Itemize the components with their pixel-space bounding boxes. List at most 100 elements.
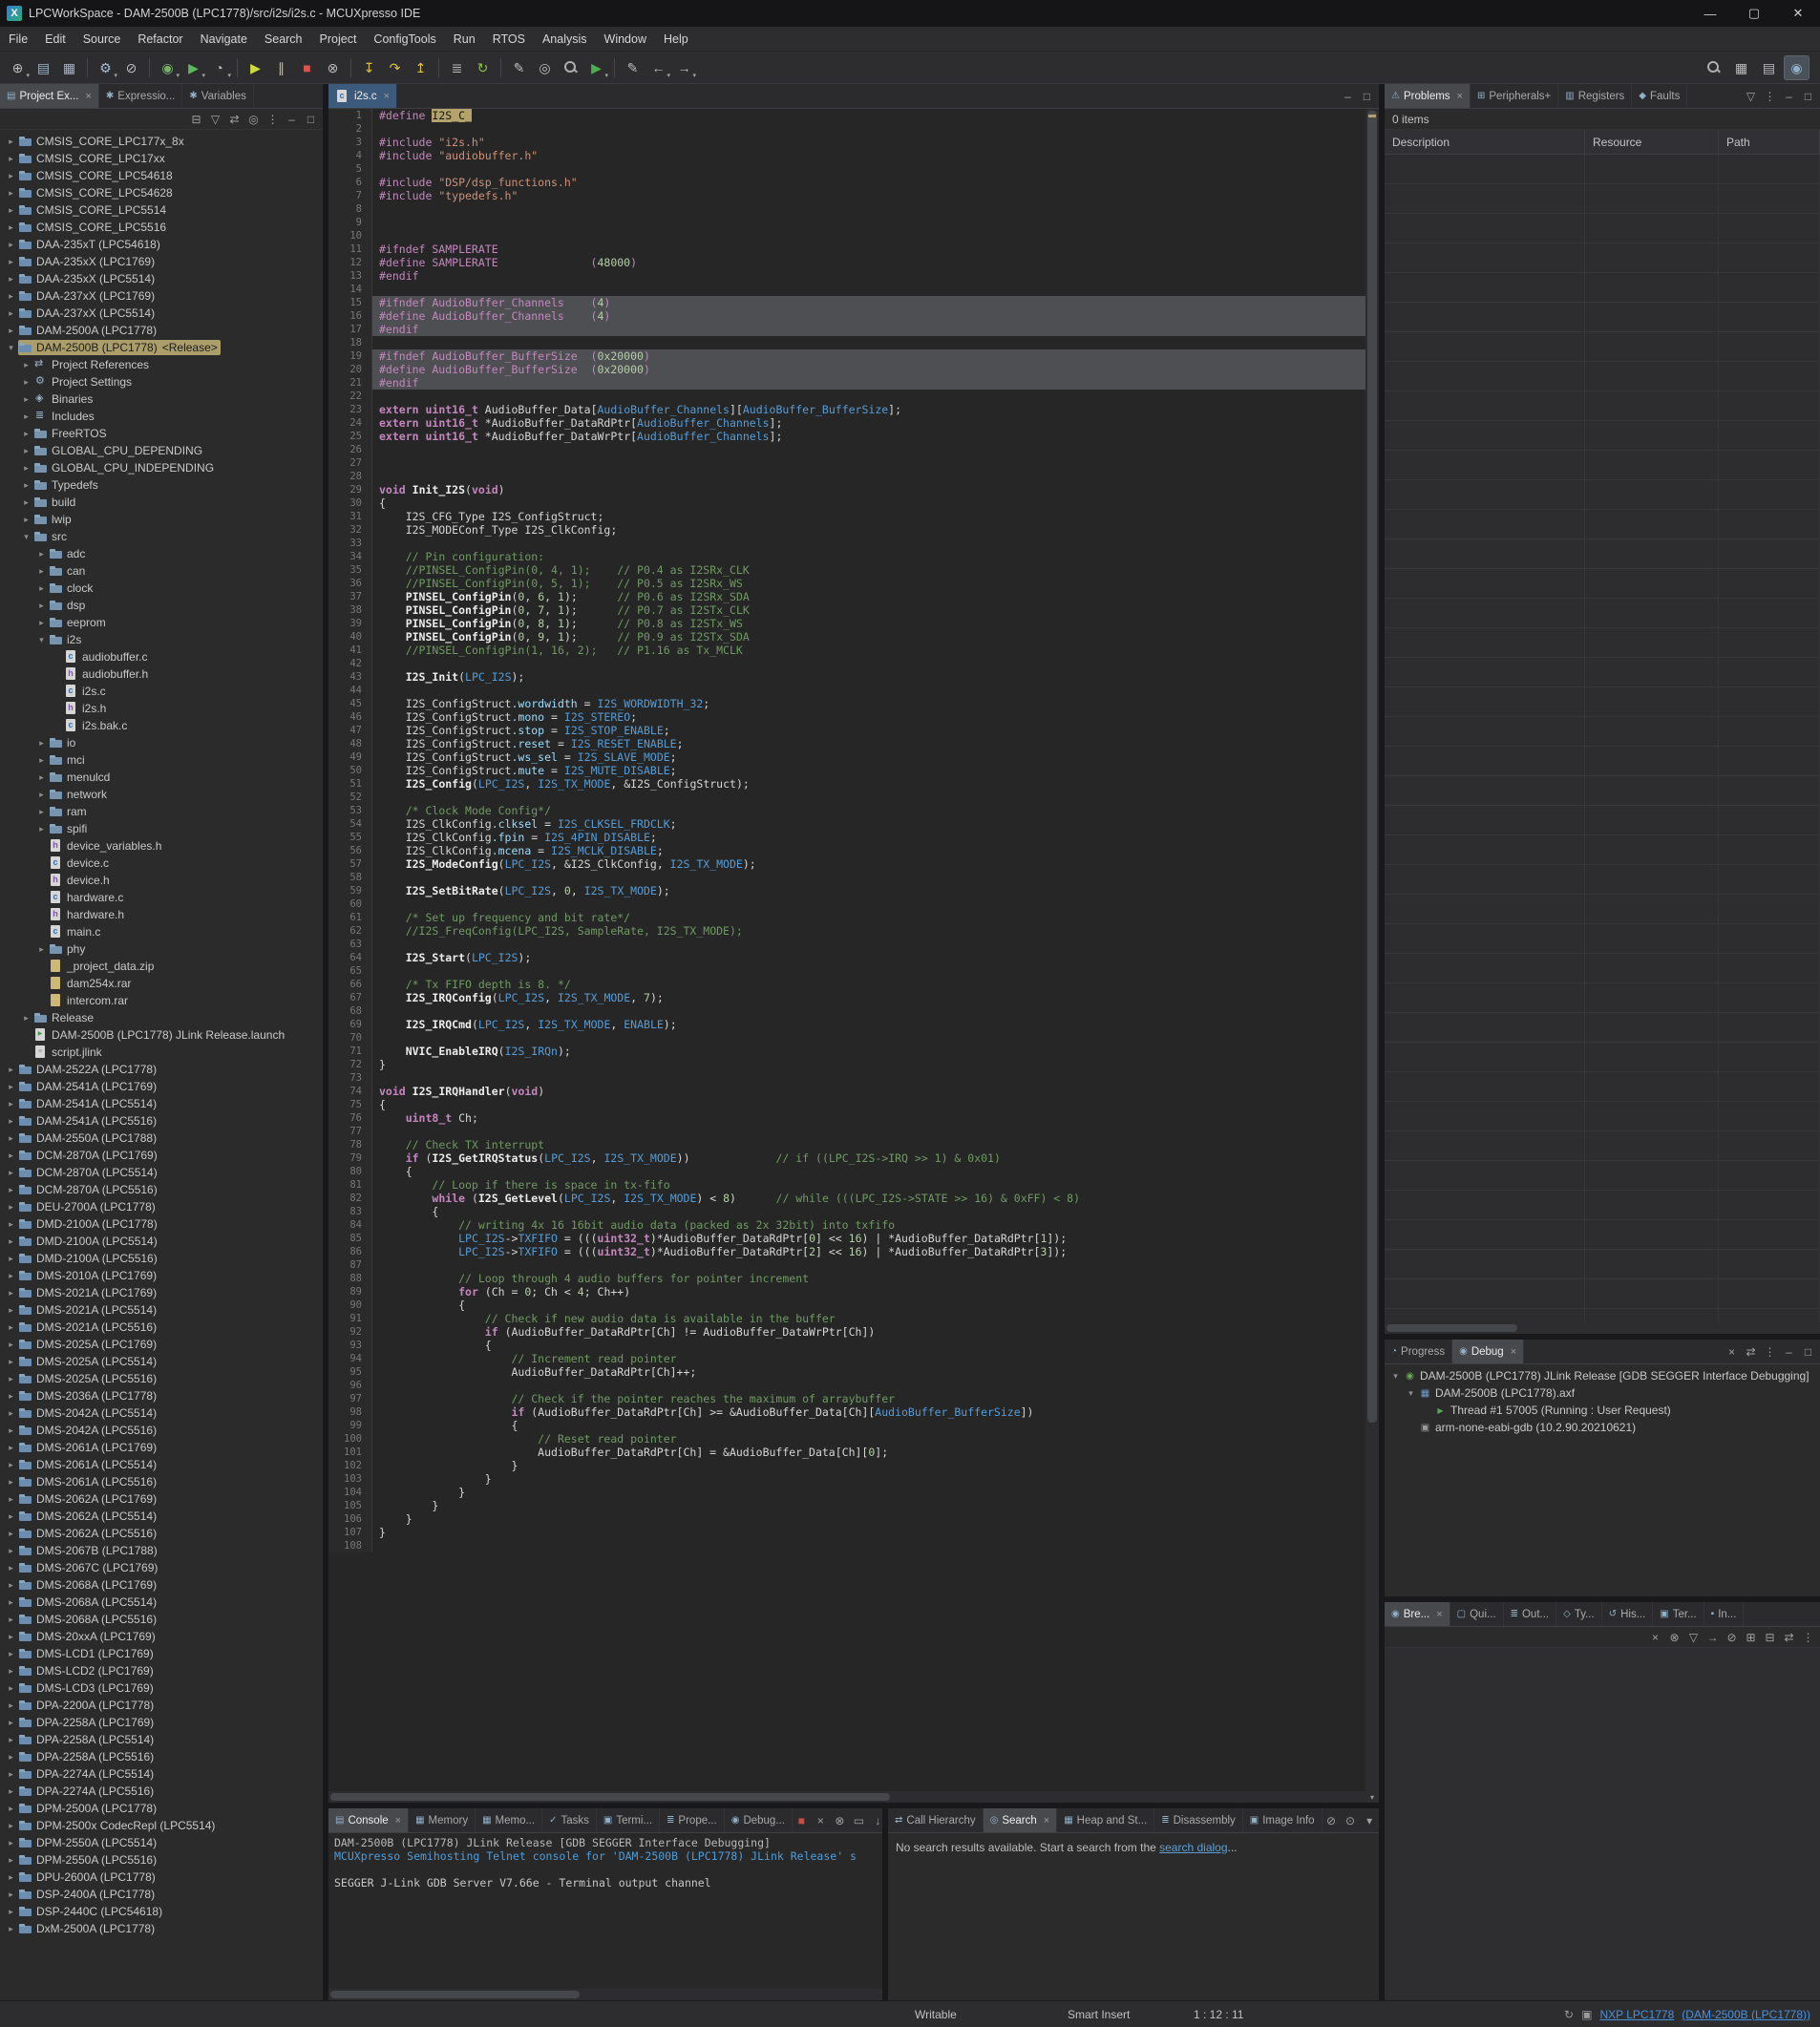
line-number[interactable]: 69 (328, 1018, 372, 1031)
minimize-button[interactable]: – (1780, 87, 1798, 105)
tree-item[interactable]: ▸ Binaries (0, 391, 323, 408)
line-number[interactable]: 57 (328, 857, 372, 871)
menu-analysis[interactable]: Analysis (534, 27, 596, 51)
profile-button[interactable]: ◔ ▾ (206, 55, 232, 80)
expand-arrow-icon[interactable]: ▸ (4, 1236, 18, 1247)
expand-arrow-icon[interactable]: ▸ (4, 1786, 18, 1797)
expand-arrow-icon[interactable]: ▸ (4, 291, 18, 302)
maximize-button[interactable]: □ (1799, 1342, 1817, 1361)
line-number[interactable]: 74 (328, 1085, 372, 1098)
problems-horizontal-scrollbar[interactable] (1385, 1322, 1820, 1334)
expand-arrow-icon[interactable]: ▸ (34, 738, 49, 749)
expand-arrow-icon[interactable]: ▸ (4, 1546, 18, 1556)
line-number[interactable]: 42 (328, 657, 372, 670)
expand-all-button[interactable]: ⊞ (1742, 1628, 1760, 1646)
tree-item[interactable]: ▸ DxM-2500A (LPC1778) (0, 1920, 323, 1937)
tab-out[interactable]: ≣ Out... (1504, 1602, 1557, 1626)
line-number[interactable]: 77 (328, 1125, 372, 1138)
expand-arrow-icon[interactable]: ▸ (4, 1597, 18, 1608)
line-number[interactable]: 102 (328, 1459, 372, 1472)
line-number[interactable]: 70 (328, 1031, 372, 1045)
expand-arrow-icon[interactable]: ▸ (4, 1082, 18, 1092)
line-number[interactable]: 55 (328, 831, 372, 844)
scroll-lock-button[interactable]: ↓ (869, 1811, 882, 1829)
tree-item[interactable]: ▸ DPA-2258A (LPC5516) (0, 1748, 323, 1765)
last-edit-button[interactable]: ✎ (620, 55, 645, 80)
expand-arrow-icon[interactable]: ▸ (34, 583, 49, 594)
line-number[interactable]: 98 (328, 1405, 372, 1419)
expand-arrow-icon[interactable]: ▸ (19, 446, 33, 456)
back-button[interactable]: ← ▾ (645, 55, 671, 80)
tree-item[interactable]: ▸ DMS-2021A (LPC5516) (0, 1319, 323, 1336)
link-editor-button[interactable]: ⇄ (225, 110, 243, 128)
expand-arrow-icon[interactable]: ▸ (4, 1357, 18, 1367)
line-number[interactable]: 97 (328, 1392, 372, 1405)
tree-item[interactable]: ▾ DAM-2500B (LPC1778) <Release> (0, 339, 323, 356)
expand-arrow-icon[interactable]: ▸ (4, 1700, 18, 1711)
expand-arrow-icon[interactable]: ▸ (34, 824, 49, 834)
tree-item[interactable]: ▾ src (0, 528, 323, 545)
line-number[interactable]: 88 (328, 1272, 372, 1285)
line-number[interactable]: 15 (328, 296, 372, 309)
line-number[interactable]: 78 (328, 1138, 372, 1151)
build-button[interactable]: ⚙ ▾ (93, 55, 118, 80)
tree-item[interactable]: ▸ CMSIS_CORE_LPC17xx (0, 150, 323, 167)
line-number[interactable]: 40 (328, 630, 372, 644)
line-number[interactable]: 32 (328, 523, 372, 537)
line-number[interactable]: 56 (328, 844, 372, 857)
minimize-button[interactable]: – (283, 110, 301, 128)
tree-item[interactable]: ▸ DMS-2025A (LPC5516) (0, 1370, 323, 1387)
line-number[interactable]: 18 (328, 336, 372, 349)
tree-item[interactable]: ▸ eeprom (0, 614, 323, 631)
editor-body[interactable]: 1 #define I2S_C_ 2 3 #include "i2s.h" 4 #inclu… (328, 109, 1379, 1803)
line-number[interactable]: 22 (328, 390, 372, 403)
view-menu-button[interactable]: ⋮ (1799, 1628, 1817, 1646)
line-number[interactable]: 36 (328, 577, 372, 590)
expand-arrow-icon[interactable]: ▸ (34, 755, 49, 766)
expand-arrow-icon[interactable]: ▸ (4, 1872, 18, 1883)
line-number[interactable]: 28 (328, 470, 372, 483)
line-number[interactable]: 67 (328, 991, 372, 1004)
tree-item[interactable]: ▸ DPU-2600A (LPC1778) (0, 1869, 323, 1886)
maximize-button[interactable]: □ (1799, 87, 1817, 105)
expand-arrow-icon[interactable]: ▸ (34, 566, 49, 577)
tab-his[interactable]: ↺ His... (1602, 1602, 1654, 1626)
line-number[interactable]: 38 (328, 603, 372, 617)
expand-arrow-icon[interactable]: ▸ (4, 1443, 18, 1453)
editor-horizontal-scrollbar[interactable] (328, 1791, 1365, 1803)
scrollbar-thumb[interactable] (330, 1793, 891, 1801)
tree-item[interactable]: ▸ DPM-2500A (LPC1778) (0, 1800, 323, 1817)
tree-item[interactable]: ▸ DPA-2274A (LPC5514) (0, 1765, 323, 1783)
tab-image-info[interactable]: ▣ Image Info (1243, 1808, 1323, 1832)
expand-arrow-icon[interactable]: ▸ (4, 274, 18, 285)
line-number[interactable]: 72 (328, 1058, 372, 1071)
remove-all-button[interactable]: ⊗ (1665, 1628, 1683, 1646)
clear-button[interactable]: ▭ (850, 1811, 868, 1829)
close-tab-icon[interactable]: × (1457, 91, 1463, 102)
menu-rtos[interactable]: RTOS (484, 27, 534, 51)
close-tab-icon[interactable]: × (395, 1815, 401, 1826)
tab-search[interactable]: ◎ Search × (983, 1808, 1058, 1832)
line-number[interactable]: 92 (328, 1325, 372, 1339)
line-number[interactable]: 91 (328, 1312, 372, 1325)
line-number[interactable]: 85 (328, 1232, 372, 1245)
menu-window[interactable]: Window (596, 27, 655, 51)
tab-prope[interactable]: ≣ Prope... (660, 1808, 725, 1832)
tree-item[interactable]: ▸ CMSIS_CORE_LPC5516 (0, 219, 323, 236)
line-number[interactable]: 100 (328, 1432, 372, 1446)
expand-arrow-icon[interactable]: ▾ (19, 532, 33, 542)
tab-qui[interactable]: ▢ Qui... (1450, 1602, 1504, 1626)
expand-arrow-icon[interactable]: ▸ (34, 618, 49, 628)
line-number[interactable]: 65 (328, 964, 372, 978)
remove-button[interactable]: × (1646, 1628, 1664, 1646)
editor-vertical-scrollbar[interactable] (1365, 109, 1379, 1791)
close-tab-icon[interactable]: × (1044, 1815, 1049, 1826)
tab-variables[interactable]: ✱ Variables (182, 84, 254, 108)
tab-faults[interactable]: ◆ Faults (1632, 84, 1688, 108)
tab-bre[interactable]: ◉ Bre... × (1385, 1602, 1450, 1626)
line-number[interactable]: 101 (328, 1446, 372, 1459)
tree-item[interactable]: ▸ Project Settings (0, 373, 323, 391)
new-wizard-button[interactable]: ⊕ ▾ (5, 55, 31, 80)
maximize-button[interactable]: □ (302, 110, 320, 128)
remove-button[interactable]: × (812, 1811, 830, 1829)
